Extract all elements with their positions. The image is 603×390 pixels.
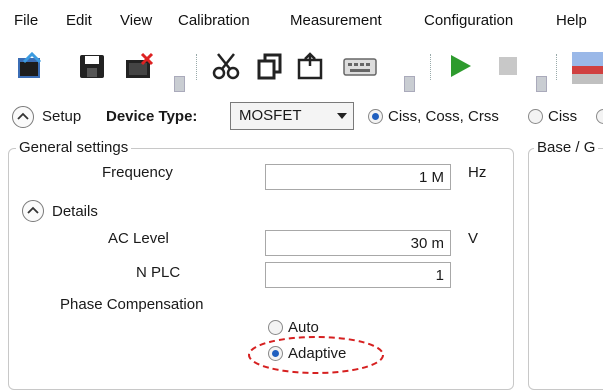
nplc-field[interactable]: 1 [265, 262, 451, 288]
radio-ciss[interactable] [528, 109, 543, 124]
radio-next[interactable] [596, 109, 603, 124]
radio-ciss-label: Ciss [548, 108, 578, 125]
base-gate-group [528, 148, 603, 390]
setup-collapse-button[interactable] [12, 106, 34, 128]
base-gate-title: Base / G [534, 139, 599, 156]
details-collapse-button[interactable] [22, 200, 44, 222]
frequency-label: Frequency [102, 164, 173, 181]
radio-ciss-coss-crss-label: Ciss, Coss, Crss [388, 108, 499, 125]
general-settings-title: General settings [16, 139, 132, 156]
frequency-unit: Hz [468, 164, 487, 181]
frequency-field[interactable]: 1 M [265, 164, 451, 190]
paste-icon[interactable] [296, 52, 324, 80]
save-icon[interactable] [78, 52, 106, 80]
image-icon[interactable] [572, 52, 603, 84]
toolbar-separator [196, 54, 198, 80]
device-type-label: Device Type: [106, 108, 198, 125]
ac-level-field[interactable]: 30 m [265, 230, 451, 256]
toolbar-dropdown-3[interactable] [536, 76, 547, 92]
toolbar-separator-2 [430, 54, 432, 80]
toolbar-dropdown-2[interactable] [404, 76, 415, 92]
toolbar-dropdown[interactable] [174, 76, 185, 92]
radio-ciss-coss-crss[interactable] [368, 109, 383, 124]
radio-auto[interactable] [268, 320, 283, 335]
menu-help[interactable]: Help [556, 12, 587, 29]
keyboard-icon[interactable] [342, 52, 378, 80]
chevron-down-icon [337, 113, 347, 119]
menu-calibration[interactable]: Calibration [178, 12, 250, 29]
setup-label: Setup [42, 108, 82, 125]
chevron-up-icon [17, 112, 29, 120]
menu-view[interactable]: View [120, 12, 152, 29]
toolbar-separator-3 [556, 54, 558, 80]
menu-configuration[interactable]: Configuration [424, 12, 513, 29]
ac-level-unit: V [468, 230, 479, 247]
chevron-up-icon [27, 206, 39, 214]
phase-compensation-label: Phase Compensation [60, 296, 204, 313]
open-file-icon[interactable] [16, 51, 44, 80]
device-type-select[interactable]: MOSFET [230, 102, 354, 130]
toolbar [0, 34, 603, 98]
close-file-icon[interactable] [124, 52, 154, 80]
ac-level-label: AC Level [108, 230, 169, 247]
nplc-label: N PLC [136, 264, 181, 281]
highlight-ellipse [248, 336, 384, 374]
menu-edit[interactable]: Edit [66, 12, 92, 29]
copy-icon[interactable] [256, 52, 284, 80]
device-type-value: MOSFET [239, 107, 302, 124]
menu-file[interactable]: File [14, 12, 38, 29]
cut-icon[interactable] [212, 52, 240, 80]
menu-bar: File Edit View Calibration Measurement C… [0, 0, 603, 34]
run-icon[interactable] [446, 52, 474, 80]
stop-icon[interactable] [494, 52, 522, 80]
menu-measurement[interactable]: Measurement [290, 12, 382, 29]
details-label: Details [52, 203, 98, 220]
